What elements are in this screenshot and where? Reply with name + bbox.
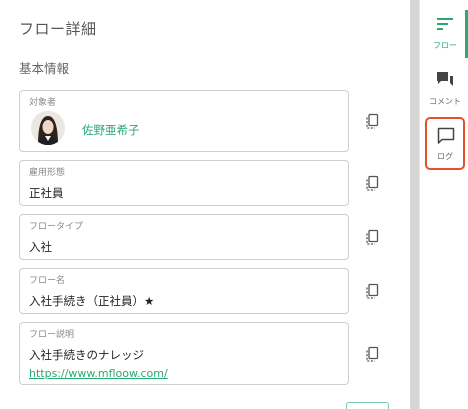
rail-item-comment[interactable]: コメント (425, 62, 465, 112)
employment-type-label: 雇用形態 (29, 168, 66, 178)
subject-field: 対象者 佐野亜希子 (19, 90, 349, 152)
copy-icon[interactable] (364, 283, 380, 301)
rail-item-log[interactable]: ログ (425, 117, 465, 170)
flow-description-link[interactable]: https://www.mfloow.com/ (29, 367, 168, 380)
rail-label-comment: コメント (429, 97, 461, 106)
avatar (31, 111, 65, 145)
subject-label: 対象者 (29, 98, 57, 108)
flow-type-field: フロータイプ 入社 (19, 214, 349, 260)
flow-name-label: フロー名 (29, 276, 66, 286)
log-icon (436, 126, 456, 146)
flow-description-label: フロー説明 (29, 330, 75, 340)
copy-icon[interactable] (364, 113, 380, 131)
flow-detail-panel: フロー詳細 基本情報 対象者 佐野亜希子 雇用形態 正社員 フロータイプ 入社 … (0, 0, 410, 409)
copy-icon[interactable] (364, 229, 380, 247)
scrollbar[interactable] (410, 0, 419, 409)
rail-label-flow: フロー (433, 41, 457, 50)
section-title-basic-info: 基本情報 (19, 61, 70, 76)
copy-icon[interactable] (364, 346, 380, 364)
side-rail: フロー コメント ログ (419, 0, 468, 409)
flow-name-field: フロー名 入社手続き（正社員）★ (19, 268, 349, 314)
flow-description-field: フロー説明 入社手続きのナレッジ https://www.mfloow.com/ (19, 322, 349, 385)
rail-label-log: ログ (437, 152, 453, 161)
page-title: フロー詳細 (19, 20, 97, 38)
subject-name[interactable]: 佐野亜希子 (82, 122, 140, 138)
rail-item-flow[interactable]: フロー (425, 6, 468, 58)
employment-type-field: 雇用形態 正社員 (19, 160, 349, 206)
flow-type-label: フロータイプ (29, 222, 84, 232)
comment-icon (435, 70, 455, 90)
flow-description-value: 入社手続きのナレッジ (29, 348, 144, 362)
flow-icon (435, 14, 455, 34)
edit-button-partial[interactable] (346, 402, 389, 409)
flow-type-value: 入社 (29, 240, 52, 254)
flow-name-value: 入社手続き（正社員）★ (29, 294, 155, 308)
employment-type-value: 正社員 (29, 186, 64, 200)
copy-icon[interactable] (364, 175, 380, 193)
